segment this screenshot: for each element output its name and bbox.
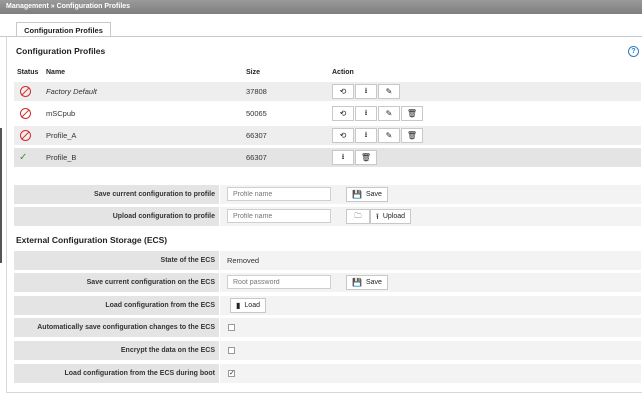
delete-icon: 🗑 [360, 153, 372, 162]
ecs-save-label-text: Save [365, 279, 382, 286]
delete-icon: 🗑 [406, 109, 418, 118]
download-icon: ⭳ [364, 107, 368, 117]
profile-name-input[interactable] [227, 187, 331, 201]
download-button[interactable]: ⭳ [355, 84, 377, 99]
load-boot-checkbox[interactable]: ✓ [228, 370, 235, 377]
profile-size: 66307 [246, 131, 267, 140]
profile-size: 66307 [246, 153, 267, 162]
table-row: Factory Default 37808 ⟲ ⭳ ✎ [14, 82, 641, 101]
disabled-icon [20, 130, 31, 141]
upload-profile-name-input[interactable] [227, 209, 331, 223]
ecs-load-label-text: Load [244, 302, 260, 309]
restore-icon: ⟲ [339, 109, 347, 118]
browse-button[interactable]: 🗀 [346, 209, 370, 224]
ecs-encrypt-label: Encrypt the data on the ECS [14, 341, 219, 360]
column-action: Action [332, 69, 354, 76]
download-icon: ⭳ [341, 151, 345, 161]
table-row: mSCpub 50065 ⟲ ⭳ ✎ 🗑 [14, 104, 641, 123]
floppy-icon: 💾 [352, 278, 362, 287]
check-icon: ✓ [19, 152, 28, 163]
disabled-icon [20, 108, 31, 119]
edit-button[interactable]: ✎ [378, 84, 400, 99]
ecs-title: External Configuration Storage (ECS) [16, 235, 168, 245]
download-button[interactable]: ⭳ [355, 128, 377, 143]
floppy-icon: 💾 [352, 190, 362, 199]
restore-button[interactable]: ⟲ [332, 106, 354, 121]
restore-button[interactable]: ⟲ [332, 128, 354, 143]
profile-name: Profile_B [46, 153, 77, 162]
ecs-boot-bg [220, 364, 641, 383]
ecs-autosave-bg [220, 318, 641, 337]
delete-icon: 🗑 [406, 131, 418, 140]
ecs-save-label: Save current configuration on the ECS [14, 273, 219, 292]
download-button[interactable]: ⭳ [355, 106, 377, 121]
profile-size: 37808 [246, 87, 267, 96]
ecs-load-bg [220, 296, 641, 315]
table-row: Profile_A 66307 ⟲ ⭳ ✎ 🗑 [14, 126, 641, 145]
save-label: Save [365, 191, 382, 198]
root-password-input[interactable] [227, 275, 331, 289]
download-icon: ⭳ [364, 85, 368, 95]
upload-icon: ⭱ [376, 212, 379, 221]
column-status: Status [17, 69, 39, 76]
ecs-encrypt-bg [220, 341, 641, 360]
profiles-title: Configuration Profiles [16, 46, 106, 56]
edit-button[interactable]: ✎ [378, 128, 400, 143]
ecs-state-value: Removed [227, 256, 260, 265]
edit-icon: ✎ [385, 131, 393, 140]
breadcrumb: Management » Configuration Profiles [0, 0, 642, 14]
disabled-icon [20, 86, 31, 97]
profile-name: mSCpub [46, 109, 76, 118]
ecs-boot-label: Load configuration from the ECS during b… [14, 364, 219, 383]
edit-button[interactable]: ✎ [378, 106, 400, 121]
ecs-autosave-label: Automatically save configuration changes… [14, 318, 219, 337]
save-profile-button[interactable]: 💾 Save [346, 187, 388, 202]
folder-icon: 🗀 [354, 213, 362, 220]
upload-button[interactable]: ⭱ Upload [370, 209, 411, 224]
ecs-state-label: State of the ECS [14, 251, 219, 270]
ecs-save-button[interactable]: 💾 Save [346, 275, 388, 290]
left-rule [0, 128, 2, 263]
upload-profile-label: Upload configuration to profile [14, 207, 219, 226]
restore-button[interactable]: ⟲ [332, 84, 354, 99]
delete-button[interactable]: 🗑 [401, 128, 423, 143]
column-name: Name [46, 69, 66, 76]
download-button[interactable]: ⭳ [332, 150, 354, 165]
ecs-load-label: Load configuration from the ECS [14, 296, 219, 315]
download-icon: ⭳ [364, 129, 368, 139]
ecs-state-bg [220, 251, 641, 270]
restore-icon: ⟲ [339, 131, 347, 140]
profile-size: 50065 [246, 109, 267, 118]
edit-icon: ✎ [385, 87, 393, 96]
save-profile-label: Save current configuration to profile [14, 185, 219, 204]
restore-icon: ⟲ [339, 87, 347, 96]
encrypt-checkbox[interactable] [228, 347, 235, 354]
profile-name: Factory Default [46, 87, 97, 96]
edit-icon: ✎ [385, 109, 393, 118]
help-icon[interactable]: ? [628, 46, 639, 57]
tab-configuration-profiles[interactable]: Configuration Profiles [16, 22, 111, 37]
upload-label: Upload [382, 213, 405, 220]
autosave-checkbox[interactable] [228, 324, 235, 331]
delete-button[interactable]: 🗑 [401, 106, 423, 121]
delete-button[interactable]: 🗑 [355, 150, 377, 165]
column-size: Size [246, 69, 261, 76]
table-row: ✓ Profile_B 66307 ⭳ 🗑 [14, 148, 641, 167]
profile-name: Profile_A [46, 131, 77, 140]
ecs-load-button[interactable]: ▮ Load [230, 298, 266, 313]
file-icon: ▮ [236, 301, 241, 310]
